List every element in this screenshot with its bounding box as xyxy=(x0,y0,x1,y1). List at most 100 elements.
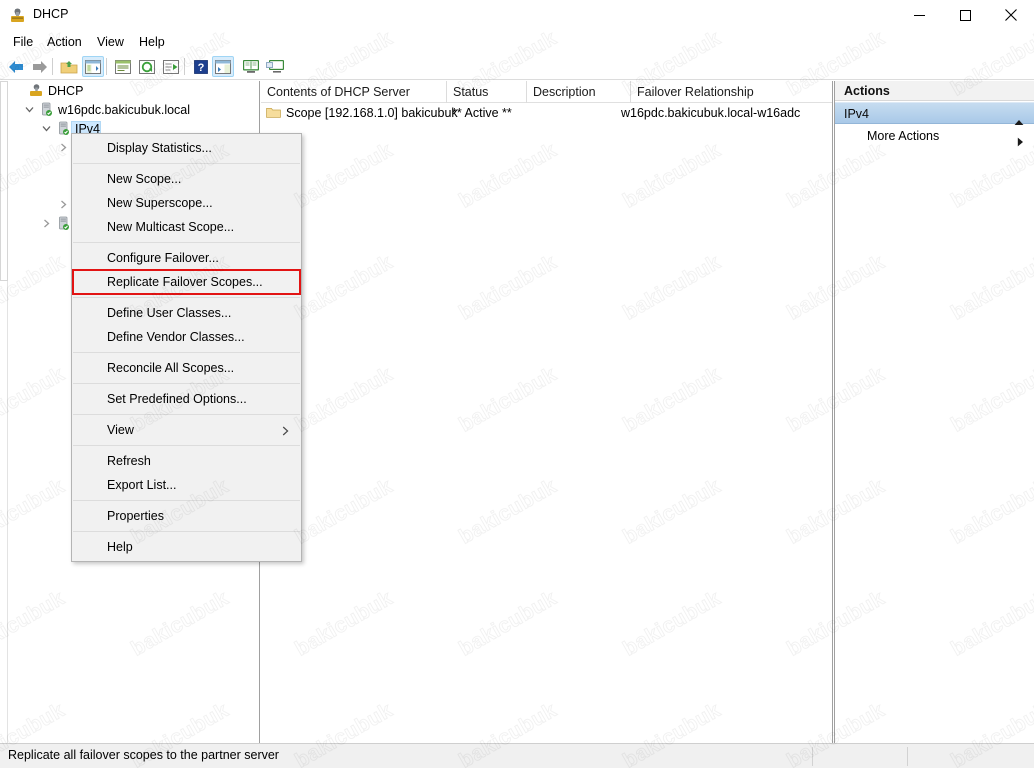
menu-item-label: Properties xyxy=(107,509,164,523)
back-icon[interactable] xyxy=(5,56,27,77)
column-header-failover[interactable]: Failover Relationship xyxy=(631,81,832,103)
menu-item-label: Replicate Failover Scopes... xyxy=(107,275,263,289)
menu-item-label: Help xyxy=(107,540,133,554)
menu-item-label: Define Vendor Classes... xyxy=(107,330,245,344)
menu-item-help[interactable]: Help xyxy=(72,535,301,559)
menu-separator xyxy=(73,163,300,164)
actions-pane-title: Actions xyxy=(835,81,1034,101)
tree-node-label: DHCP xyxy=(48,83,84,98)
up-folder-icon[interactable] xyxy=(58,56,80,77)
menu-item-export-list[interactable]: Export List... xyxy=(72,473,301,497)
chevron-right-icon[interactable] xyxy=(56,195,71,214)
menu-item-label: Set Predefined Options... xyxy=(107,392,247,406)
actions-pane: Actions IPv4 More Actions xyxy=(834,81,1034,743)
menu-separator xyxy=(73,500,300,501)
outer-scrollbar-thumb[interactable] xyxy=(0,81,8,281)
menu-item-define-vendor-classes[interactable]: Define Vendor Classes... xyxy=(72,325,301,349)
menu-separator xyxy=(73,352,300,353)
menu-item-label: New Multicast Scope... xyxy=(107,220,235,234)
menu-item-properties[interactable]: Properties xyxy=(72,504,301,528)
menu-item-label: Export List... xyxy=(107,478,177,492)
minimize-button[interactable] xyxy=(896,0,942,30)
column-header-status[interactable]: Status xyxy=(447,81,527,103)
chevron-right-icon xyxy=(282,425,289,439)
show-hide-action-pane-icon[interactable] xyxy=(212,56,234,77)
close-button[interactable] xyxy=(988,0,1034,30)
chevron-down-icon[interactable] xyxy=(39,119,54,138)
display-statistics-icon[interactable] xyxy=(240,56,262,77)
show-hide-console-tree-icon[interactable] xyxy=(82,56,104,77)
server-icon xyxy=(37,100,55,119)
status-bar: Replicate all failover scopes to the par… xyxy=(0,743,1034,768)
ipv6-icon xyxy=(54,214,72,233)
menu-item-configure-failover[interactable]: Configure Failover... xyxy=(72,246,301,270)
status-bar-separator xyxy=(812,747,813,766)
dhcp-console-window: DHCP File Action View Help ? DHCP w16pdc… xyxy=(0,0,1034,768)
menu-separator xyxy=(73,445,300,446)
column-header-description[interactable]: Description xyxy=(527,81,631,103)
tree-chevron-placeholder xyxy=(56,157,71,176)
menu-item-label: View xyxy=(107,423,134,437)
menu-item-label: New Superscope... xyxy=(107,196,213,210)
tree-node-dhcp[interactable]: DHCP xyxy=(8,81,259,100)
actions-item-more-actions[interactable]: More Actions xyxy=(835,125,1034,147)
actions-item-label: More Actions xyxy=(867,129,940,143)
column-header-contents[interactable]: Contents of DHCP Server xyxy=(261,81,447,103)
menu-separator xyxy=(73,242,300,243)
cell-scope-name: Scope [192.168.1.0] bakicubuk xyxy=(286,106,458,120)
menu-item-refresh[interactable]: Refresh xyxy=(72,449,301,473)
list-view-pane: Contents of DHCP Server Status Descripti… xyxy=(261,81,833,743)
menu-item-label: Display Statistics... xyxy=(107,141,212,155)
menu-item-view[interactable]: View xyxy=(72,418,301,442)
actions-group-ipv4[interactable]: IPv4 xyxy=(835,102,1034,125)
menu-file[interactable]: File xyxy=(7,34,39,51)
menu-item-new-multicast-scope[interactable]: New Multicast Scope... xyxy=(72,215,301,239)
properties-icon[interactable] xyxy=(112,56,134,77)
maximize-button[interactable] xyxy=(942,0,988,30)
menu-item-set-predefined-options[interactable]: Set Predefined Options... xyxy=(72,387,301,411)
table-row[interactable]: Scope [192.168.1.0] bakicubuk ** Active … xyxy=(261,104,832,123)
outer-scrollbar[interactable] xyxy=(0,81,8,743)
menu-item-new-scope[interactable]: New Scope... xyxy=(72,167,301,191)
menu-item-display-statistics[interactable]: Display Statistics... xyxy=(72,136,301,160)
menu-item-label: Refresh xyxy=(107,454,151,468)
export-list-icon[interactable] xyxy=(160,56,182,77)
menu-item-new-superscope[interactable]: New Superscope... xyxy=(72,191,301,215)
chevron-right-icon[interactable] xyxy=(39,214,54,233)
menu-item-reconcile-all-scopes[interactable]: Reconcile All Scopes... xyxy=(72,356,301,380)
svg-text:?: ? xyxy=(198,62,205,74)
tree-chevron-placeholder xyxy=(12,81,27,100)
cell-status: ** Active ** xyxy=(452,106,512,120)
menu-item-label: Define User Classes... xyxy=(107,306,232,320)
menu-item-define-user-classes[interactable]: Define User Classes... xyxy=(72,301,301,325)
menu-separator xyxy=(73,414,300,415)
menu-item-label: Reconcile All Scopes... xyxy=(107,361,235,375)
tree-chevron-placeholder xyxy=(56,176,71,195)
help-icon[interactable]: ? xyxy=(190,56,212,77)
list-header-row: Contents of DHCP Server Status Descripti… xyxy=(261,81,832,103)
menu-bar: File Action View Help xyxy=(0,31,1034,53)
status-bar-separator xyxy=(907,747,908,766)
toolbar-separator xyxy=(52,58,53,75)
new-scope-icon[interactable] xyxy=(264,56,286,77)
title-bar: DHCP xyxy=(0,0,1034,31)
menu-item-replicate-failover-scopes[interactable]: Replicate Failover Scopes... xyxy=(72,269,301,295)
tree-node-label: w16pdc.bakicubuk.local xyxy=(58,102,191,117)
forward-icon[interactable] xyxy=(29,56,51,77)
chevron-right-icon[interactable] xyxy=(56,138,71,157)
menu-separator xyxy=(73,297,300,298)
menu-separator xyxy=(73,383,300,384)
dhcp-icon xyxy=(9,7,26,24)
cell-failover-relationship: w16pdc.bakicubuk.local-w16adc xyxy=(621,106,801,120)
refresh-icon[interactable] xyxy=(136,56,158,77)
chevron-right-icon xyxy=(1017,132,1024,154)
menu-separator xyxy=(73,531,300,532)
chevron-down-icon[interactable] xyxy=(22,100,37,119)
toolbar-separator xyxy=(184,58,185,75)
toolbar: ? xyxy=(0,53,1034,80)
menu-action[interactable]: Action xyxy=(41,34,88,51)
menu-view[interactable]: View xyxy=(91,34,130,51)
tree-node-server[interactable]: w16pdc.bakicubuk.local xyxy=(8,100,259,119)
toolbar-separator xyxy=(106,58,107,75)
menu-help[interactable]: Help xyxy=(133,34,171,51)
